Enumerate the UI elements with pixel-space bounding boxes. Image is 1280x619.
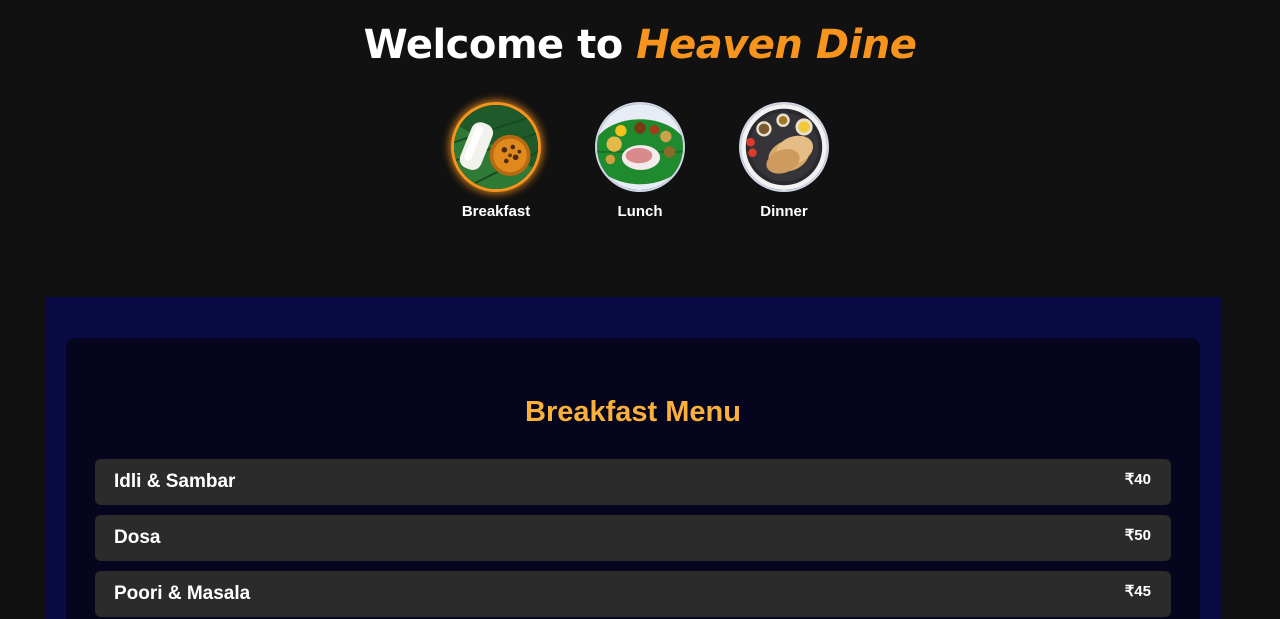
- site-title: Welcome to Heaven Dine: [0, 20, 1280, 70]
- menu-item[interactable]: Poori & Masala ₹45: [95, 571, 1171, 617]
- dinner-image: [739, 102, 829, 192]
- title-prefix: Welcome to: [363, 22, 637, 68]
- menu-card: Breakfast Menu Idli & Sambar ₹40 Dosa ₹5…: [66, 338, 1200, 619]
- item-price: ₹45: [1124, 583, 1151, 600]
- menu-list: Idli & Sambar ₹40 Dosa ₹50 Poori & Masal…: [95, 459, 1171, 619]
- item-name: Poori & Masala: [114, 583, 251, 604]
- lunch-image: [595, 102, 685, 192]
- item-price: ₹40: [1124, 471, 1151, 488]
- category-dinner[interactable]: Dinner: [738, 102, 830, 220]
- idli-sambar-plate-icon: [454, 105, 538, 189]
- item-price: ₹50: [1124, 527, 1151, 544]
- menu-section: Breakfast Menu Idli & Sambar ₹40 Dosa ₹5…: [45, 297, 1221, 619]
- menu-title: Breakfast Menu: [525, 396, 741, 428]
- category-label: Breakfast: [461, 203, 531, 220]
- category-selector: Breakfast Lunch Dinner: [0, 102, 1280, 220]
- item-name: Dosa: [114, 527, 161, 548]
- roti-plate-icon: [741, 104, 827, 190]
- item-name: Idli & Sambar: [114, 471, 236, 492]
- menu-item[interactable]: Idli & Sambar ₹40: [95, 459, 1171, 505]
- category-label: Dinner: [760, 203, 808, 220]
- category-label: Lunch: [617, 203, 663, 220]
- page: Welcome to Heaven Dine Breakfast Lunch D…: [0, 0, 1280, 619]
- menu-item[interactable]: Dosa ₹50: [95, 515, 1171, 561]
- banana-leaf-meal-icon: [597, 104, 683, 190]
- brand-name: Heaven Dine: [636, 22, 917, 68]
- category-breakfast[interactable]: Breakfast: [450, 102, 542, 220]
- breakfast-image: [451, 102, 541, 192]
- category-lunch[interactable]: Lunch: [594, 102, 686, 220]
